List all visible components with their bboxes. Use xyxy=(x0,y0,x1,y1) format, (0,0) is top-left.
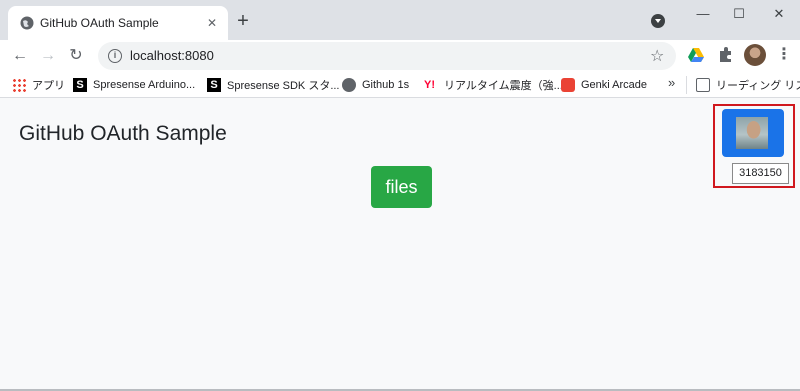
spresense-icon: S xyxy=(207,78,221,92)
page-content: GitHub OAuth Sample files 3183150 xyxy=(0,99,800,391)
bookmark-label: Genki Arcade xyxy=(581,79,648,91)
bookmark-spresense-arduino[interactable]: S Spresense Arduino... xyxy=(73,77,195,93)
user-avatar-button[interactable] xyxy=(722,109,784,157)
bookmark-label: Github 1s xyxy=(362,79,410,91)
profile-avatar-icon[interactable] xyxy=(744,44,766,66)
yahoo-icon: Y! xyxy=(424,79,435,91)
user-avatar-icon xyxy=(736,117,768,149)
forward-button[interactable]: → xyxy=(38,46,58,66)
close-window-button[interactable]: ✕ xyxy=(764,4,794,24)
bookmark-label: アプリ xyxy=(32,80,65,92)
minimize-button[interactable]: — xyxy=(688,4,718,24)
more-bookmarks-button[interactable]: » xyxy=(668,75,675,90)
bookmark-label: リアルタイム震度（強... xyxy=(444,80,563,92)
globe-icon xyxy=(342,78,356,92)
tab-close-icon[interactable]: ✕ xyxy=(204,15,220,31)
bookmarks-divider xyxy=(686,76,687,94)
page-favicon-icon xyxy=(20,16,34,30)
user-id-field: 3183150 xyxy=(732,163,789,184)
page-title: GitHub OAuth Sample xyxy=(19,122,227,145)
star-icon[interactable]: ☆ xyxy=(650,46,664,66)
bookmark-label: Spresense SDK スタ... xyxy=(227,80,340,92)
maximize-button[interactable]: ☐ xyxy=(724,4,754,24)
tab-strip: GitHub OAuth Sample ✕ + — ☐ ✕ xyxy=(0,0,800,40)
apps-grid-icon xyxy=(12,78,26,92)
bookmark-genki-arcade[interactable]: Genki Arcade xyxy=(561,77,647,93)
bookmark-realtime-shindo[interactable]: Y! リアルタイム震度（強... xyxy=(424,77,563,93)
tab-github-oauth-sample[interactable]: GitHub OAuth Sample ✕ xyxy=(8,6,228,40)
reading-list-label: リーディング リスト xyxy=(716,80,800,92)
address-bar[interactable]: i localhost:8080 ☆ xyxy=(98,42,676,70)
url-text[interactable]: localhost:8080 xyxy=(130,48,214,63)
bookmarks-bar: アプリ S Spresense Arduino... S Spresense S… xyxy=(0,72,800,98)
back-button[interactable]: ← xyxy=(10,46,30,66)
spresense-icon: S xyxy=(73,78,87,92)
genki-arcade-icon xyxy=(561,78,575,92)
reading-list-icon xyxy=(696,78,710,92)
bookmark-github-1s[interactable]: Github 1s xyxy=(342,77,409,93)
tab-search-icon[interactable] xyxy=(651,14,665,28)
menu-icon[interactable]: ⋮ xyxy=(776,44,792,64)
reading-list[interactable]: リーディング リスト xyxy=(696,77,800,93)
bookmark-apps[interactable]: アプリ xyxy=(12,77,65,93)
google-drive-icon[interactable] xyxy=(687,46,705,64)
bookmark-label: Spresense Arduino... xyxy=(93,79,196,91)
files-button[interactable]: files xyxy=(371,166,432,208)
puzzle-extension-icon[interactable] xyxy=(716,46,734,64)
bookmark-spresense-sdk[interactable]: S Spresense SDK スタ... xyxy=(207,77,340,93)
reload-button[interactable]: ↻ xyxy=(66,46,86,66)
browser-toolbar: ← → ↻ i localhost:8080 ☆ ⋮ xyxy=(0,40,800,72)
info-icon[interactable]: i xyxy=(108,49,122,63)
new-tab-button[interactable]: + xyxy=(234,11,252,31)
tab-title: GitHub OAuth Sample xyxy=(40,16,159,30)
